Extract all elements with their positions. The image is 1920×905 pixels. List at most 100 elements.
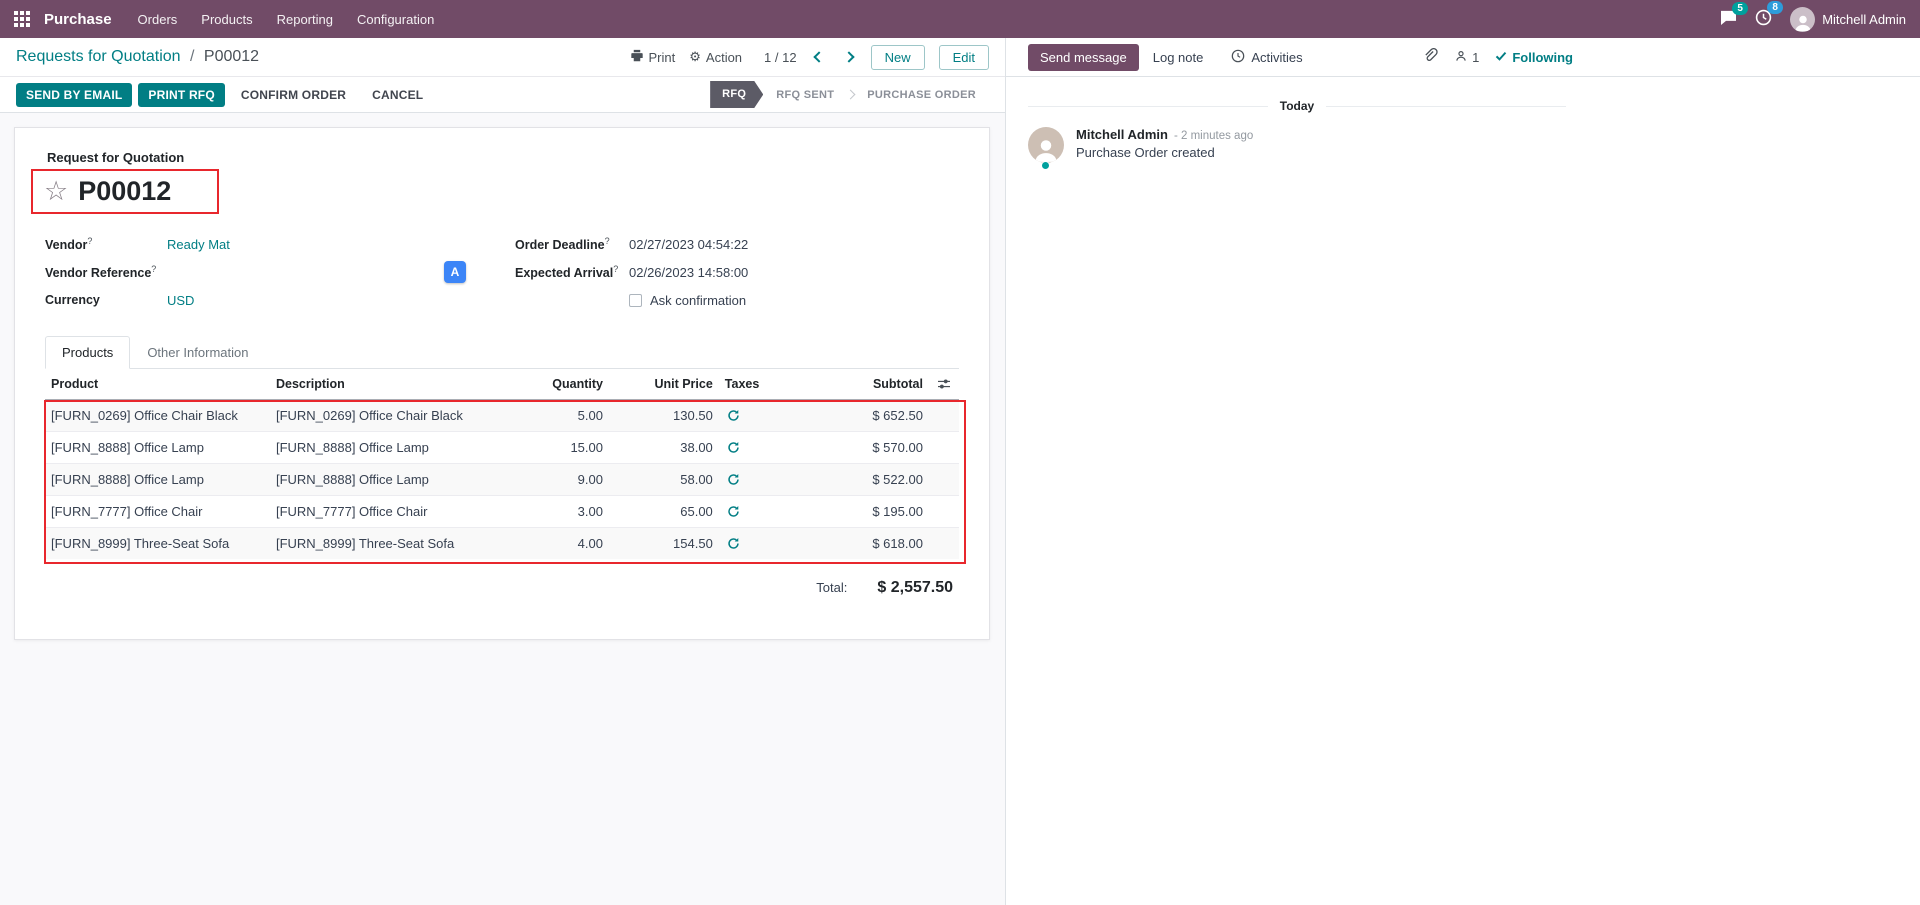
cell-unit-price: 65.00 bbox=[609, 496, 719, 528]
messages-menu-button[interactable]: 5 bbox=[1720, 10, 1737, 28]
message-timestamp: - 2 minutes ago bbox=[1174, 130, 1253, 142]
user-menu[interactable]: Mitchell Admin bbox=[1790, 7, 1906, 32]
print-button[interactable]: Print bbox=[630, 49, 676, 65]
order-lines-table: Product Description Quantity Unit Price … bbox=[45, 369, 959, 559]
apps-menu-button[interactable] bbox=[6, 3, 38, 35]
nav-item-configuration[interactable]: Configuration bbox=[345, 12, 446, 27]
currency-value-link[interactable]: USD bbox=[167, 293, 194, 308]
cell-taxes bbox=[719, 528, 784, 560]
nav-item-products[interactable]: Products bbox=[189, 12, 264, 27]
status-bar: SEND BY EMAIL PRINT RFQ CONFIRM ORDER CA… bbox=[0, 77, 1005, 113]
order-deadline-label: Order Deadline bbox=[515, 238, 605, 252]
chatter-message: Mitchell Admin - 2 minutes ago Purchase … bbox=[1028, 127, 1566, 163]
day-divider: Today bbox=[1028, 99, 1566, 113]
confirm-order-button[interactable]: CONFIRM ORDER bbox=[231, 83, 356, 107]
nav-item-reporting[interactable]: Reporting bbox=[265, 12, 345, 27]
cancel-button[interactable]: CANCEL bbox=[362, 83, 433, 107]
edit-button[interactable]: Edit bbox=[939, 45, 989, 70]
send-message-button[interactable]: Send message bbox=[1028, 44, 1139, 71]
favorite-star-icon[interactable]: ☆ bbox=[44, 178, 68, 205]
refresh-taxes-icon[interactable] bbox=[725, 473, 742, 486]
cell-subtotal: $ 618.00 bbox=[784, 528, 929, 560]
following-button[interactable]: Following bbox=[1495, 50, 1573, 65]
ask-confirmation-checkbox[interactable] bbox=[629, 294, 642, 307]
refresh-taxes-icon[interactable] bbox=[725, 505, 742, 518]
sheet-label: Request for Quotation bbox=[47, 150, 959, 165]
print-rfq-button[interactable]: PRINT RFQ bbox=[138, 83, 224, 107]
status-step-rfq[interactable]: RFQ bbox=[710, 81, 763, 108]
order-line-row[interactable]: [FURN_0269] Office Chair Black [FURN_026… bbox=[45, 400, 959, 432]
action-button[interactable]: ⚙ Action bbox=[689, 49, 742, 65]
col-header-description[interactable]: Description bbox=[270, 369, 514, 400]
new-button[interactable]: New bbox=[871, 45, 925, 70]
order-line-row[interactable]: [FURN_8999] Three-Seat Sofa [FURN_8999] … bbox=[45, 528, 959, 560]
tab-other-information[interactable]: Other Information bbox=[130, 336, 265, 369]
cell-subtotal: $ 652.50 bbox=[784, 400, 929, 432]
activities-menu-button[interactable]: 8 bbox=[1755, 9, 1772, 29]
form-view: Request for Quotation ☆ P00012 Vendor? R… bbox=[0, 113, 1005, 905]
message-author[interactable]: Mitchell Admin bbox=[1076, 127, 1168, 142]
totals: Total: $ 2,557.50 bbox=[45, 579, 959, 597]
app-name[interactable]: Purchase bbox=[44, 11, 112, 28]
pager-next-button[interactable] bbox=[841, 49, 857, 65]
currency-label: Currency bbox=[45, 293, 100, 307]
cell-description: [FURN_8888] Office Lamp bbox=[270, 464, 514, 496]
status-step-purchase-order[interactable]: PURCHASE ORDER bbox=[854, 89, 989, 101]
order-line-row[interactable]: [FURN_8888] Office Lamp [FURN_8888] Offi… bbox=[45, 464, 959, 496]
field-currency: Currency USD bbox=[45, 286, 515, 314]
order-line-row[interactable]: [FURN_8888] Office Lamp [FURN_8888] Offi… bbox=[45, 432, 959, 464]
col-header-subtotal[interactable]: Subtotal bbox=[784, 369, 929, 400]
day-divider-label: Today bbox=[1280, 99, 1314, 113]
attachments-button[interactable] bbox=[1423, 48, 1438, 67]
order-deadline-value: 02/27/2023 04:54:22 bbox=[629, 237, 748, 252]
breadcrumb: Requests for Quotation / P00012 bbox=[16, 48, 259, 66]
form-sheet: Request for Quotation ☆ P00012 Vendor? R… bbox=[14, 127, 990, 640]
breadcrumb-current: P00012 bbox=[204, 48, 259, 65]
status-step-rfq-sent[interactable]: RFQ SENT bbox=[763, 89, 847, 101]
followers-button[interactable]: 1 bbox=[1454, 49, 1479, 66]
log-note-button[interactable]: Log note bbox=[1139, 44, 1218, 71]
online-status-dot bbox=[1041, 161, 1050, 170]
cell-quantity: 3.00 bbox=[514, 496, 609, 528]
expected-arrival-label: Expected Arrival bbox=[515, 266, 613, 280]
col-header-quantity[interactable]: Quantity bbox=[514, 369, 609, 400]
cell-description: [FURN_7777] Office Chair bbox=[270, 496, 514, 528]
status-pipeline: RFQ RFQ SENT PURCHASE ORDER bbox=[710, 81, 989, 108]
cell-quantity: 15.00 bbox=[514, 432, 609, 464]
messages-count-badge: 5 bbox=[1732, 2, 1748, 15]
cell-quantity: 5.00 bbox=[514, 400, 609, 432]
order-line-row[interactable]: [FURN_7777] Office Chair [FURN_7777] Off… bbox=[45, 496, 959, 528]
col-header-taxes[interactable]: Taxes bbox=[719, 369, 784, 400]
cell-unit-price: 38.00 bbox=[609, 432, 719, 464]
send-by-email-button[interactable]: SEND BY EMAIL bbox=[16, 83, 132, 107]
col-header-product[interactable]: Product bbox=[45, 369, 270, 400]
field-vendor: Vendor? Ready Mat bbox=[45, 230, 515, 258]
clock-outline-icon bbox=[1231, 49, 1245, 66]
breadcrumb-parent-link[interactable]: Requests for Quotation bbox=[16, 48, 181, 65]
cell-taxes bbox=[719, 432, 784, 464]
refresh-taxes-icon[interactable] bbox=[725, 409, 742, 422]
help-marker: ? bbox=[87, 236, 92, 246]
help-marker: ? bbox=[605, 236, 610, 246]
pager-previous-button[interactable] bbox=[811, 49, 827, 65]
cell-product: [FURN_8999] Three-Seat Sofa bbox=[45, 528, 270, 560]
cell-subtotal: $ 195.00 bbox=[784, 496, 929, 528]
field-grid: Vendor? Ready Mat Vendor Reference? Curr… bbox=[45, 230, 959, 314]
col-header-unit-price[interactable]: Unit Price bbox=[609, 369, 719, 400]
vendor-value-link[interactable]: Ready Mat bbox=[167, 237, 230, 252]
message-author-avatar bbox=[1028, 127, 1064, 163]
refresh-taxes-icon[interactable] bbox=[725, 441, 742, 454]
sliders-icon[interactable] bbox=[935, 378, 953, 390]
nav-item-orders[interactable]: Orders bbox=[126, 12, 190, 27]
activities-button[interactable]: Activities bbox=[1217, 43, 1316, 72]
activities-label: Activities bbox=[1251, 50, 1302, 65]
optional-columns-header bbox=[929, 369, 959, 400]
translate-icon[interactable]: A bbox=[444, 261, 466, 283]
chevron-left-icon bbox=[813, 51, 824, 62]
print-label: Print bbox=[649, 50, 676, 65]
refresh-taxes-icon[interactable] bbox=[725, 537, 742, 550]
cell-taxes bbox=[719, 496, 784, 528]
cell-quantity: 4.00 bbox=[514, 528, 609, 560]
tab-products[interactable]: Products bbox=[45, 336, 130, 369]
record-pager: 1 / 12 bbox=[764, 50, 797, 65]
